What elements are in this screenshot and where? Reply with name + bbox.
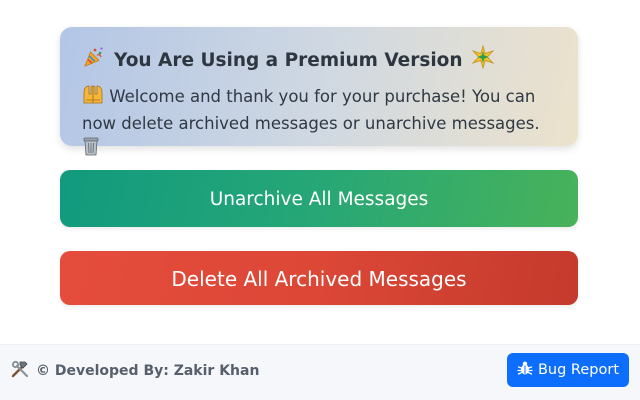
bug-report-label: Bug Report (537, 362, 620, 378)
party-popper-icon (82, 45, 106, 77)
extension-popup: You Are Using a Premium Version Welcome … (0, 0, 640, 400)
premium-message: Welcome and thank you for your purchase!… (82, 84, 558, 163)
developer-credit: © Developed By: Zakir Khan (10, 360, 259, 382)
bug-report-button[interactable]: Bug Report (507, 353, 629, 387)
premium-message-text: Welcome and thank you for your purchase!… (82, 87, 540, 133)
hammer-wrench-icon (10, 359, 30, 383)
bug-icon (517, 360, 533, 380)
premium-title: You Are Using a Premium Version (114, 50, 463, 71)
credit-text: © Developed By: Zakir Khan (36, 363, 260, 379)
raising-hands-icon (82, 84, 104, 111)
delete-all-archived-button[interactable]: Delete All Archived Messages (60, 251, 578, 305)
unarchive-all-button[interactable]: Unarchive All Messages (60, 170, 578, 227)
premium-heading: You Are Using a Premium Version (82, 44, 558, 77)
footer: © Developed By: Zakir Khan Bug Report (0, 344, 640, 400)
premium-notice-card: You Are Using a Premium Version Welcome … (60, 27, 578, 156)
wastebasket-icon (82, 136, 100, 163)
sparkle-star-icon (471, 44, 495, 77)
